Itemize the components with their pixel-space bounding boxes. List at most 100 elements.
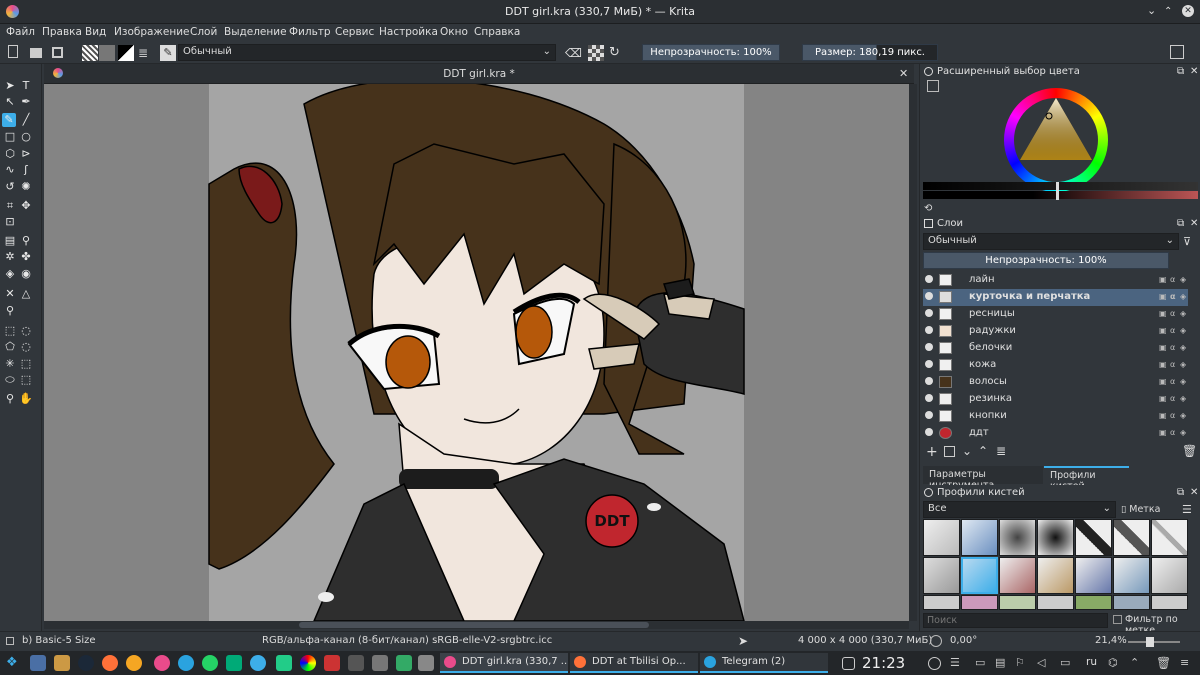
ellipse-tool-icon[interactable]: ○ xyxy=(19,130,33,144)
float-docker-icon[interactable]: ⧉ xyxy=(1177,66,1184,77)
visibility-eye-icon[interactable] xyxy=(925,326,933,334)
keyboard-layout[interactable]: ru xyxy=(1086,656,1097,668)
alpha-icon[interactable]: α xyxy=(1170,292,1179,301)
brush-preset-tile[interactable] xyxy=(1113,557,1150,594)
inherit-alpha-icon[interactable]: ◈ xyxy=(1180,275,1189,284)
fullscreen-icon[interactable] xyxy=(1170,45,1184,59)
lock-icon[interactable]: ▣ xyxy=(1159,275,1168,284)
menu-settings[interactable]: Настройка xyxy=(379,26,438,38)
color-wheel[interactable] xyxy=(1004,88,1108,192)
alpha-icon[interactable]: α xyxy=(1170,309,1179,318)
color-history-icon[interactable]: ⟲ xyxy=(924,203,932,214)
open-folder-icon[interactable] xyxy=(30,48,42,58)
task-telegram[interactable]: Telegram (2) xyxy=(700,653,828,673)
alpha-icon[interactable]: α xyxy=(1170,377,1179,386)
visibility-eye-icon[interactable] xyxy=(925,343,933,351)
layer-row[interactable]: лайн ▣ α ◈ xyxy=(923,272,1188,289)
lock-icon[interactable]: ▣ xyxy=(1159,411,1168,420)
layer-blend-mode-select[interactable]: Обычный ⌄ xyxy=(923,233,1179,250)
freehand-brush-icon[interactable]: ✎ xyxy=(2,113,16,127)
brush-preset-tile[interactable] xyxy=(1113,519,1150,556)
games-icon[interactable] xyxy=(54,655,70,671)
lock-icon[interactable]: ▣ xyxy=(1159,292,1168,301)
brush-settings-icon[interactable]: ≣ xyxy=(138,45,154,61)
menu-layer[interactable]: Слой xyxy=(190,26,217,38)
inherit-alpha-icon[interactable]: ◈ xyxy=(1180,326,1189,335)
visibility-eye-icon[interactable] xyxy=(925,309,933,317)
status-zoom[interactable]: 21,4% xyxy=(1095,635,1127,646)
brush-view-mode-icon[interactable]: ☰ xyxy=(1182,503,1192,516)
freehand-select-icon[interactable]: ◌ xyxy=(19,340,33,354)
brush-preset-tile[interactable] xyxy=(1075,557,1112,594)
minimize-icon[interactable]: ⌄ xyxy=(1147,5,1157,17)
alpha-icon[interactable]: α xyxy=(1170,360,1179,369)
settings-app-icon[interactable] xyxy=(372,655,388,671)
lock-icon[interactable]: ▣ xyxy=(1159,377,1168,386)
media-app-icon[interactable] xyxy=(396,655,412,671)
layer-row[interactable]: белочки ▣ α ◈ xyxy=(923,340,1188,357)
horizontal-scrollbar[interactable] xyxy=(44,621,909,629)
pattern-fill-icon[interactable]: ◉ xyxy=(19,267,33,281)
inherit-alpha-icon[interactable]: ◈ xyxy=(1180,309,1189,318)
smart-patch-icon[interactable]: ✲ xyxy=(3,250,17,264)
inherit-alpha-icon[interactable]: ◈ xyxy=(1180,428,1189,437)
layer-properties-icon[interactable]: ≣ xyxy=(996,444,1006,458)
zoom-slider-handle[interactable] xyxy=(1146,637,1154,647)
gradient-pattern-icon[interactable] xyxy=(82,45,98,61)
reference-tool-icon[interactable]: ⚲ xyxy=(3,304,17,318)
menu-image[interactable]: Изображение xyxy=(114,26,190,38)
brush-preset-tile[interactable] xyxy=(1075,595,1112,610)
similar-select-icon[interactable]: ⬚ xyxy=(19,357,33,371)
tab-brush-presets[interactable]: Профили кистей xyxy=(1044,466,1129,492)
network-icon[interactable]: ⌬ xyxy=(1108,655,1124,671)
visibility-eye-icon[interactable] xyxy=(925,360,933,368)
brush-preset-icon[interactable]: ✎ xyxy=(160,45,176,61)
alpha-lock-icon[interactable] xyxy=(588,45,604,61)
lock-icon[interactable]: ▣ xyxy=(1159,326,1168,335)
move-tool-icon[interactable]: ✥ xyxy=(19,199,33,213)
brush-preset-tile[interactable] xyxy=(1037,595,1074,610)
brush-preset-tile[interactable] xyxy=(923,595,960,610)
tab-tool-options[interactable]: Параметры инструмента xyxy=(923,466,1043,491)
inherit-alpha-icon[interactable]: ◈ xyxy=(1180,377,1189,386)
status-rotation[interactable]: 0,00° xyxy=(950,635,977,646)
multibrush-icon[interactable]: ✺ xyxy=(19,180,33,194)
eraser-icon[interactable]: ⌫ xyxy=(565,45,582,61)
document-tab[interactable]: DDT girl.kra * ✕ xyxy=(44,64,914,84)
close-window-icon[interactable]: ✕ xyxy=(1182,5,1194,17)
lock-icon[interactable]: ▣ xyxy=(1159,394,1168,403)
clock[interactable]: 21:23 xyxy=(862,654,905,672)
visibility-eye-icon[interactable] xyxy=(925,377,933,385)
color-triangle[interactable] xyxy=(1004,88,1108,192)
task-krita[interactable]: DDT girl.kra (330,7 ... xyxy=(440,653,568,673)
brush-preset-tile[interactable] xyxy=(1151,557,1188,594)
rectangle-tool-icon[interactable]: □ xyxy=(3,130,17,144)
steam-icon[interactable] xyxy=(78,655,94,671)
calligraphy-icon[interactable]: ✒ xyxy=(19,95,33,109)
menu-window[interactable]: Окно xyxy=(440,26,468,38)
new-document-icon[interactable] xyxy=(8,45,18,58)
volume-icon[interactable]: ◁ xyxy=(1037,655,1053,671)
reload-preset-icon[interactable]: ↻ xyxy=(609,45,625,61)
brush-preset-tile[interactable] xyxy=(1075,519,1112,556)
save-icon[interactable] xyxy=(52,47,63,58)
lock-icon[interactable]: ▣ xyxy=(1159,428,1168,437)
brush-preset-tile[interactable] xyxy=(923,519,960,556)
clipboard-icon[interactable]: ▤ xyxy=(995,655,1011,671)
layer-filter-icon[interactable]: ⊽ xyxy=(1183,235,1191,248)
video-app-icon[interactable] xyxy=(324,655,340,671)
brush-preset-tile[interactable] xyxy=(961,595,998,610)
bezier-tool-icon[interactable]: ∿ xyxy=(3,163,17,177)
alpha-icon[interactable]: α xyxy=(1170,275,1179,284)
visibility-eye-icon[interactable] xyxy=(925,275,933,283)
visibility-eye-icon[interactable] xyxy=(925,428,933,436)
line-tool-icon[interactable]: ╱ xyxy=(19,113,33,127)
menu-help[interactable]: Справка xyxy=(474,26,520,38)
visibility-eye-icon[interactable] xyxy=(925,394,933,402)
brush-tag-filter-select[interactable]: Все ⌄ xyxy=(923,501,1116,518)
polygon-select-icon[interactable]: ⬠ xyxy=(3,340,17,354)
lock-icon[interactable]: ▣ xyxy=(1159,309,1168,318)
layer-row[interactable]: кожа ▣ α ◈ xyxy=(923,357,1188,374)
visibility-eye-icon[interactable] xyxy=(925,292,933,300)
inherit-alpha-icon[interactable]: ◈ xyxy=(1180,394,1189,403)
